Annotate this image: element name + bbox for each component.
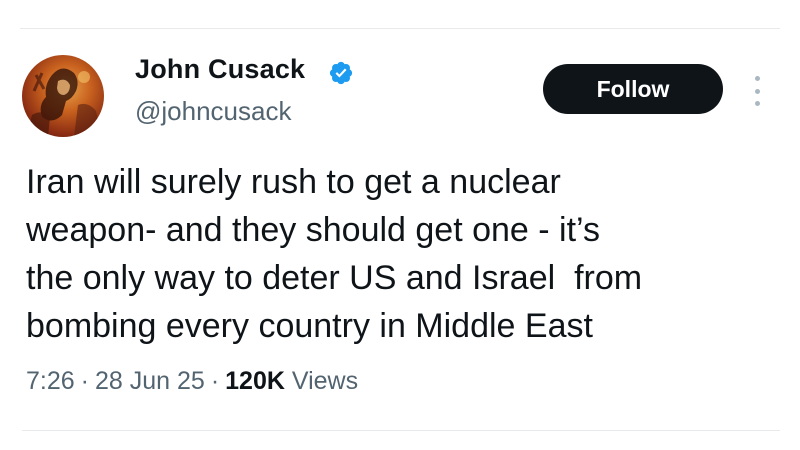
bottom-divider bbox=[22, 430, 780, 431]
views-label: Views bbox=[291, 367, 359, 395]
author-handle[interactable]: @johncusack bbox=[135, 96, 291, 127]
tweet-text-line: the only way to deter US and Israel from bbox=[26, 259, 643, 297]
tweet-text-line: Iran will surely rush to get a nuclear bbox=[26, 163, 561, 201]
more-dot bbox=[754, 101, 760, 106]
tweet-meta: 7:26 · 28 Jun 25 · 120K Views bbox=[26, 367, 358, 396]
more-dot bbox=[754, 88, 760, 94]
more-dot bbox=[754, 76, 760, 81]
tweet-text-line: bombing every country in Middle East bbox=[26, 307, 593, 345]
tweet-text-line: weapon- and they should get one - it’s bbox=[26, 211, 600, 249]
follow-button[interactable]: Follow bbox=[543, 64, 723, 114]
meta-separator: · bbox=[210, 367, 220, 395]
meta-separator: · bbox=[80, 367, 89, 395]
top-divider bbox=[20, 28, 780, 29]
verified-badge-icon bbox=[329, 61, 353, 85]
tweet-text: Iran will surely rush to get a nuclear w… bbox=[26, 158, 766, 350]
views-count[interactable]: 120K bbox=[225, 367, 285, 395]
avatar[interactable] bbox=[22, 55, 104, 137]
tweet-time[interactable]: 7:26 bbox=[26, 367, 75, 395]
avatar-image bbox=[26, 68, 102, 137]
author-display-name[interactable]: John Cusack bbox=[135, 54, 305, 85]
more-options-icon[interactable] bbox=[750, 76, 764, 106]
tweet-date[interactable]: 28 Jun 25 bbox=[95, 367, 205, 395]
